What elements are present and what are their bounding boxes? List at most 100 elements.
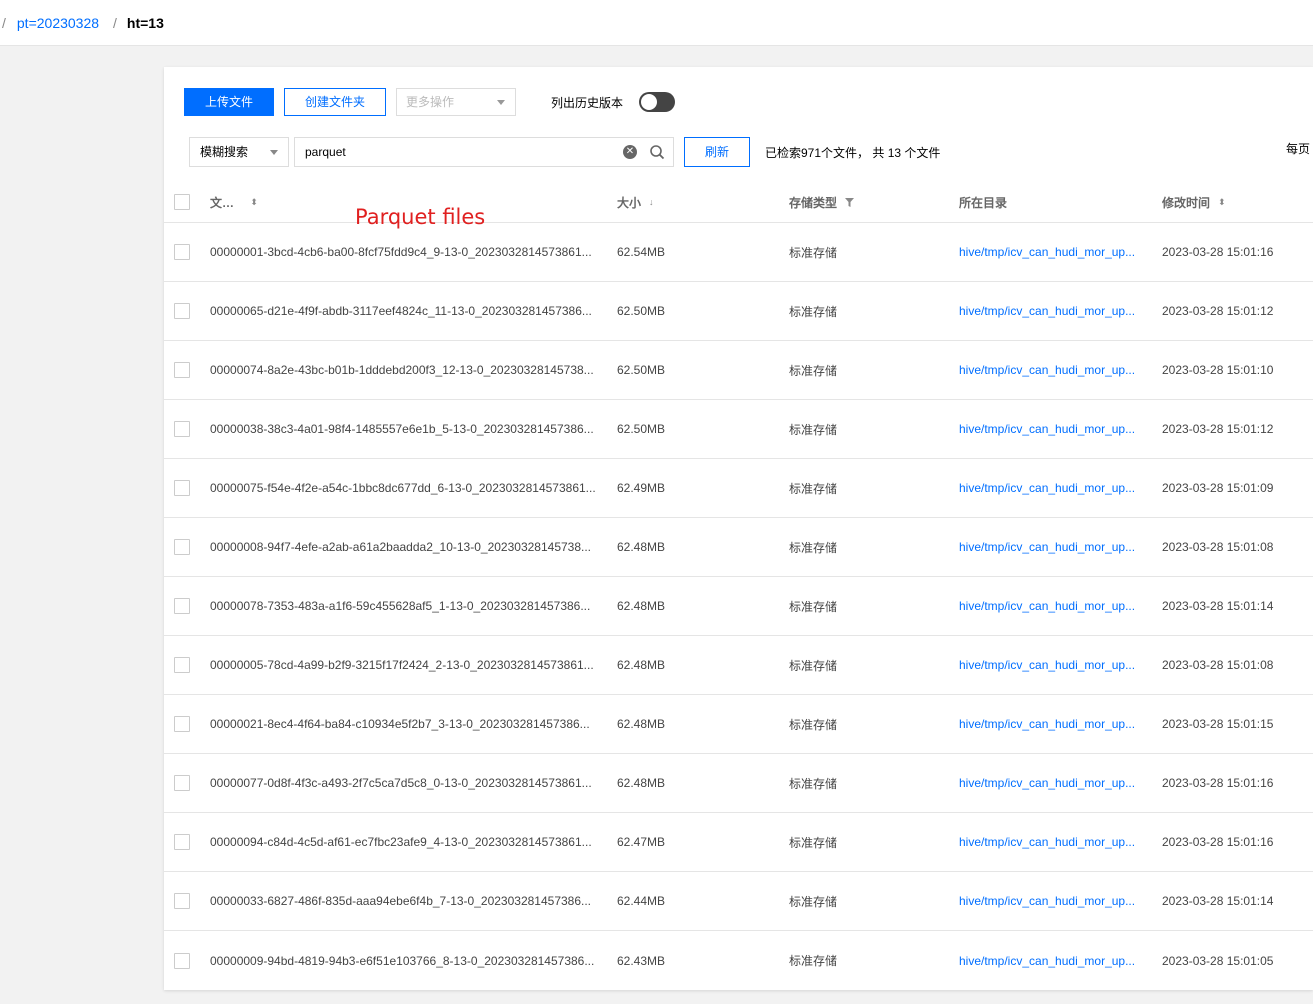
storage-type: 标准存储 xyxy=(789,363,838,378)
modified-time: 2023-03-28 15:01:05 xyxy=(1162,953,1274,968)
select-all-checkbox[interactable] xyxy=(174,194,190,210)
table-header: 文件名 ⬍ 大小 ↓ 存储类型 所在目录 修改时间 ⬍ xyxy=(164,182,1313,223)
directory-link[interactable]: hive/tmp/icv_can_hudi_mor_up... xyxy=(959,658,1139,672)
sort-descending-icon[interactable]: ↓ xyxy=(649,197,654,207)
table-row[interactable]: 00000038-38c3-4a01-98f4-1485557e6e1b_5-1… xyxy=(164,400,1313,459)
file-name[interactable]: 00000074-8a2e-43bc-b01b-1dddebd200f3_12-… xyxy=(210,363,600,377)
file-size: 62.43MB xyxy=(617,953,666,968)
breadcrumb-separator: / xyxy=(113,14,117,31)
annotation-text: Parquet files xyxy=(355,205,486,229)
row-checkbox[interactable] xyxy=(174,716,190,732)
column-header-storage-type[interactable]: 存储类型 xyxy=(789,182,855,222)
history-versions-toggle[interactable] xyxy=(639,92,676,112)
table-row[interactable]: 00000065-d21e-4f9f-abdb-3117eef4824c_11-… xyxy=(164,282,1313,341)
modified-time: 2023-03-28 15:01:10 xyxy=(1162,363,1274,377)
file-name[interactable]: 00000038-38c3-4a01-98f4-1485557e6e1b_5-1… xyxy=(210,422,600,436)
more-actions-dropdown[interactable]: 更多操作 xyxy=(396,88,516,116)
row-checkbox[interactable] xyxy=(174,598,190,614)
modified-time: 2023-03-28 15:01:12 xyxy=(1162,304,1274,318)
table-row[interactable]: 00000008-94f7-4efe-a2ab-a61a2baadda2_10-… xyxy=(164,518,1313,577)
breadcrumb-link-pt[interactable]: pt=20230328 xyxy=(17,15,99,31)
directory-link[interactable]: hive/tmp/icv_can_hudi_mor_up... xyxy=(959,540,1139,554)
file-size: 62.50MB xyxy=(617,363,666,377)
table-row[interactable]: 00000009-94bd-4819-94b3-e6f51e103766_8-1… xyxy=(164,931,1313,990)
upload-button[interactable]: 上传文件 xyxy=(184,88,274,116)
history-versions-label: 列出历史版本 xyxy=(551,95,624,110)
row-checkbox[interactable] xyxy=(174,244,190,260)
row-checkbox[interactable] xyxy=(174,775,190,791)
file-name[interactable]: 00000009-94bd-4819-94b3-e6f51e103766_8-1… xyxy=(210,954,600,968)
row-checkbox[interactable] xyxy=(174,539,190,555)
directory-link[interactable]: hive/tmp/icv_can_hudi_mor_up... xyxy=(959,894,1139,908)
file-size: 62.48MB xyxy=(617,540,666,554)
modified-time: 2023-03-28 15:01:15 xyxy=(1162,717,1274,731)
file-name[interactable]: 00000021-8ec4-4f64-ba84-c10934e5f2b7_3-1… xyxy=(210,717,600,731)
search-input[interactable]: parquet ✕ xyxy=(294,137,674,167)
directory-link[interactable]: hive/tmp/icv_can_hudi_mor_up... xyxy=(959,481,1139,495)
file-list-panel: 上传文件 创建文件夹 更多操作 列出历史版本 模糊搜索 parquet ✕ 刷新… xyxy=(164,67,1313,990)
filter-icon[interactable] xyxy=(845,197,855,207)
table-row[interactable]: 00000005-78cd-4a99-b2f9-3215f17f2424_2-1… xyxy=(164,636,1313,695)
search-icon[interactable] xyxy=(649,144,665,160)
column-header-directory-label: 所在目录 xyxy=(959,195,1008,210)
storage-type: 标准存储 xyxy=(789,717,838,732)
file-name[interactable]: 00000077-0d8f-4f3c-a493-2f7c5ca7d5c8_0-1… xyxy=(210,776,600,790)
search-query: parquet xyxy=(305,145,346,159)
table-row[interactable]: 00000074-8a2e-43bc-b01b-1dddebd200f3_12-… xyxy=(164,341,1313,400)
table-row[interactable]: 00000033-6827-486f-835d-aaa94ebe6f4b_7-1… xyxy=(164,872,1313,931)
table-row[interactable]: 00000075-f54e-4f2e-a54c-1bbc8dc677dd_6-1… xyxy=(164,459,1313,518)
file-name[interactable]: 00000005-78cd-4a99-b2f9-3215f17f2424_2-1… xyxy=(210,658,600,672)
storage-type: 标准存储 xyxy=(789,658,838,673)
directory-link[interactable]: hive/tmp/icv_can_hudi_mor_up... xyxy=(959,363,1139,377)
storage-type: 标准存储 xyxy=(789,422,838,437)
file-size: 62.48MB xyxy=(617,599,666,613)
file-name[interactable]: 00000094-c84d-4c5d-af61-ec7fbc23afe9_4-1… xyxy=(210,835,600,849)
column-header-modified[interactable]: 修改时间 ⬍ xyxy=(1162,182,1226,222)
storage-type: 标准存储 xyxy=(789,540,838,555)
search-toolbar: 模糊搜索 parquet ✕ 刷新 已检索971个文件， 共 13 个文件 xyxy=(189,137,940,167)
row-checkbox[interactable] xyxy=(174,362,190,378)
row-checkbox[interactable] xyxy=(174,480,190,496)
directory-link[interactable]: hive/tmp/icv_can_hudi_mor_up... xyxy=(959,717,1139,731)
row-checkbox[interactable] xyxy=(174,303,190,319)
sort-icon[interactable]: ⬍ xyxy=(1218,197,1226,208)
table-row[interactable]: 00000001-3bcd-4cb6-ba00-8fcf75fdd9c4_9-1… xyxy=(164,223,1313,282)
per-page-label: 每页 xyxy=(1285,142,1310,156)
row-checkbox[interactable] xyxy=(174,421,190,437)
directory-link[interactable]: hive/tmp/icv_can_hudi_mor_up... xyxy=(959,304,1139,318)
modified-time: 2023-03-28 15:01:08 xyxy=(1162,658,1274,672)
directory-link[interactable]: hive/tmp/icv_can_hudi_mor_up... xyxy=(959,776,1139,790)
table-row[interactable]: 00000077-0d8f-4f3c-a493-2f7c5ca7d5c8_0-1… xyxy=(164,754,1313,813)
file-name[interactable]: 00000001-3bcd-4cb6-ba00-8fcf75fdd9c4_9-1… xyxy=(210,245,600,259)
file-name[interactable]: 00000033-6827-486f-835d-aaa94ebe6f4b_7-1… xyxy=(210,894,600,908)
file-name[interactable]: 00000065-d21e-4f9f-abdb-3117eef4824c_11-… xyxy=(210,304,600,318)
row-checkbox[interactable] xyxy=(174,893,190,909)
row-checkbox[interactable] xyxy=(174,657,190,673)
column-header-size[interactable]: 大小 ↓ xyxy=(617,182,654,222)
file-size: 62.54MB xyxy=(617,245,666,259)
directory-link[interactable]: hive/tmp/icv_can_hudi_mor_up... xyxy=(959,245,1139,259)
clear-icon[interactable]: ✕ xyxy=(623,145,637,159)
directory-link[interactable]: hive/tmp/icv_can_hudi_mor_up... xyxy=(959,422,1139,436)
file-name[interactable]: 00000075-f54e-4f2e-a54c-1bbc8dc677dd_6-1… xyxy=(210,481,600,495)
file-size: 62.50MB xyxy=(617,422,666,436)
table-row[interactable]: 00000021-8ec4-4f64-ba84-c10934e5f2b7_3-1… xyxy=(164,695,1313,754)
table-row[interactable]: 00000094-c84d-4c5d-af61-ec7fbc23afe9_4-1… xyxy=(164,813,1313,872)
directory-link[interactable]: hive/tmp/icv_can_hudi_mor_up... xyxy=(959,599,1139,613)
search-type-select[interactable]: 模糊搜索 xyxy=(189,137,289,167)
file-name[interactable]: 00000008-94f7-4efe-a2ab-a61a2baadda2_10-… xyxy=(210,540,600,554)
refresh-button[interactable]: 刷新 xyxy=(684,137,750,167)
directory-link[interactable]: hive/tmp/icv_can_hudi_mor_up... xyxy=(959,835,1139,849)
column-header-name-label: 文件名 xyxy=(210,195,242,210)
row-checkbox[interactable] xyxy=(174,952,190,969)
modified-time: 2023-03-28 15:01:08 xyxy=(1162,540,1274,554)
storage-type: 标准存储 xyxy=(789,776,838,791)
row-checkbox[interactable] xyxy=(174,834,190,850)
directory-link[interactable]: hive/tmp/icv_can_hudi_mor_up... xyxy=(959,954,1139,968)
modified-time: 2023-03-28 15:01:14 xyxy=(1162,894,1274,908)
table-row[interactable]: 00000078-7353-483a-a1f6-59c455628af5_1-1… xyxy=(164,577,1313,636)
create-folder-button[interactable]: 创建文件夹 xyxy=(284,88,386,116)
column-header-size-label: 大小 xyxy=(617,195,642,210)
modified-time: 2023-03-28 15:01:09 xyxy=(1162,481,1274,495)
file-name[interactable]: 00000078-7353-483a-a1f6-59c455628af5_1-1… xyxy=(210,599,600,613)
